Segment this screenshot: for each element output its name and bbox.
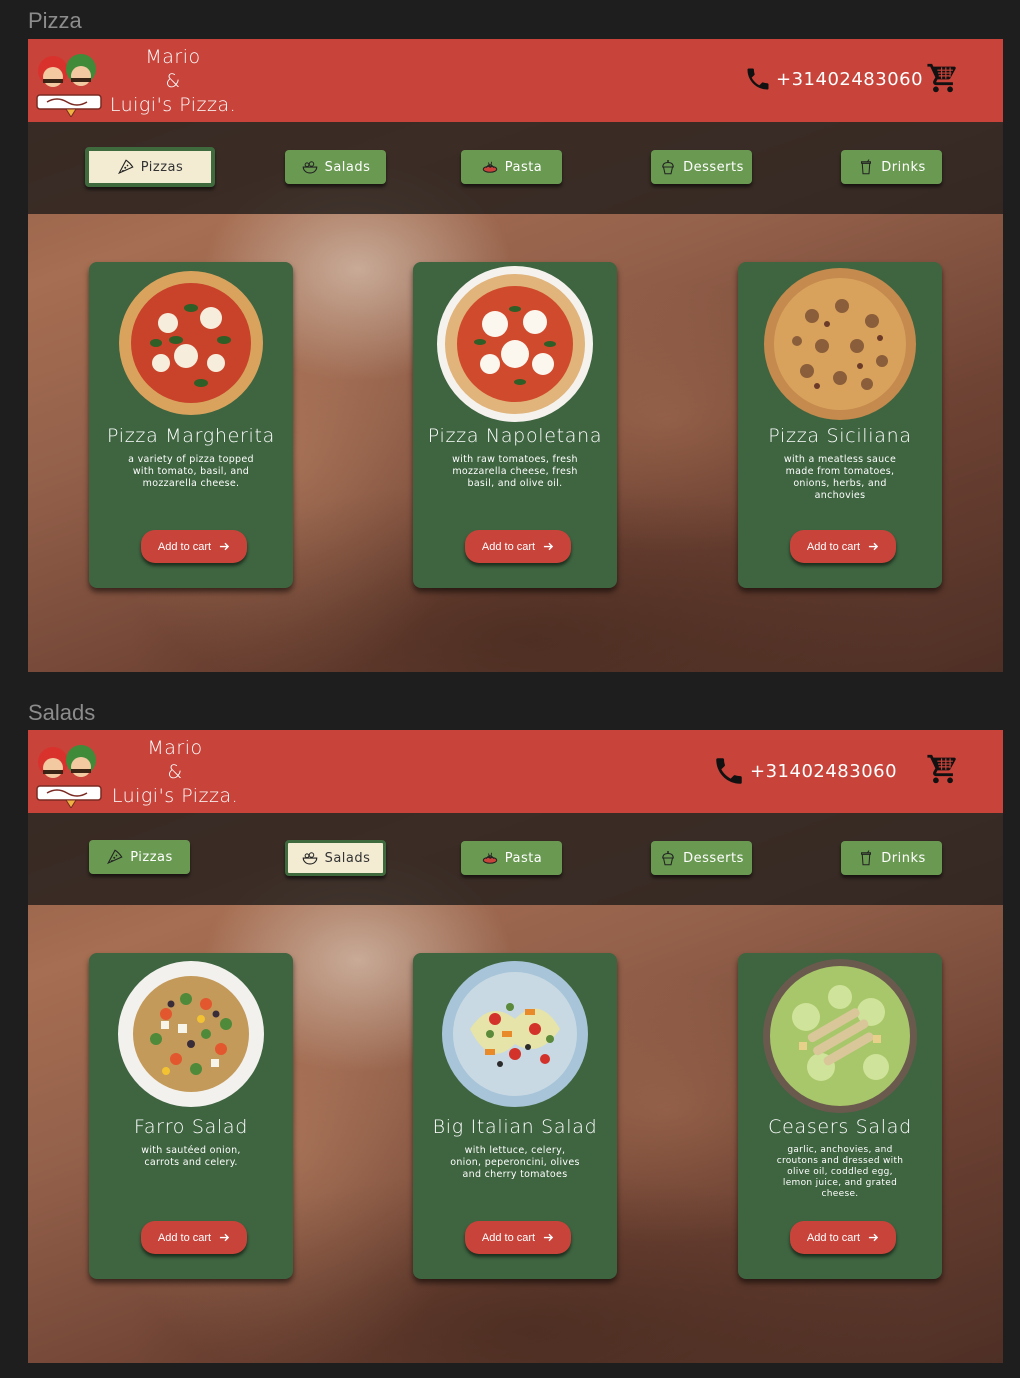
arrow-right-icon	[220, 1233, 230, 1242]
button-label: Add to cart	[481, 540, 536, 553]
product-description: with lettuce, celery, onion, peperoncini…	[450, 1145, 580, 1180]
brand-line: &	[167, 761, 183, 783]
phone-contact[interactable]: +31402483060	[744, 65, 923, 93]
arrow-right-icon	[220, 542, 230, 551]
pizza-napoletana-image	[437, 266, 593, 422]
product-card: Pizza Siciliana with a meatless sauce ma…	[738, 262, 942, 588]
brand-name: Mario & Luigi's Pizza.	[110, 736, 240, 808]
add-to-cart-button[interactable]: Add to cart	[465, 1221, 571, 1254]
brand-line: Luigi's Pizza.	[109, 94, 237, 116]
site-header: Mario & Luigi's Pizza. +31402483060	[28, 39, 1003, 122]
phone-icon	[716, 758, 742, 784]
button-label: Add to cart	[481, 1231, 536, 1244]
cupcake-icon	[662, 851, 674, 866]
nav-tab-pasta[interactable]: Pasta	[461, 841, 562, 875]
brand-name: Mario & Luigi's Pizza.	[108, 45, 238, 117]
ceasers-salad-image	[763, 959, 917, 1113]
nav-tab-drinks[interactable]: Drinks	[841, 841, 942, 875]
product-card: Farro Salad with sautéed onion, carrots …	[89, 953, 293, 1279]
pizza-slice-icon	[117, 159, 134, 175]
frame-label-salads: Salads	[28, 700, 96, 725]
pasta-plate-icon	[482, 852, 497, 864]
mario-luigi-logo	[36, 745, 102, 808]
pizza-page-frame: Mario & Luigi's Pizza. +31402483060 Pizz…	[28, 39, 1003, 672]
product-card: Pizza Napoletana with raw tomatoes, fres…	[413, 262, 617, 588]
product-title: Big Italian Salad	[432, 1116, 598, 1138]
product-title: Ceasers Salad	[768, 1116, 912, 1138]
nav-label: Desserts	[683, 850, 744, 866]
salad-bowl-icon	[302, 852, 317, 865]
brand-line: Mario	[145, 46, 201, 68]
product-card: Ceasers Salad garlic, anchovies, and cro…	[738, 953, 942, 1279]
brand-line: &	[165, 70, 181, 92]
nav-tab-salads[interactable]: Salads	[285, 840, 386, 876]
add-to-cart-button[interactable]: Add to cart	[141, 530, 247, 563]
arrow-right-icon	[544, 1233, 554, 1242]
shopping-cart-icon[interactable]	[926, 752, 960, 786]
phone-contact[interactable]: +31402483060	[712, 754, 897, 788]
product-title: Pizza Siciliana	[768, 425, 912, 447]
add-to-cart-button[interactable]: Add to cart	[790, 1221, 896, 1254]
drink-cup-icon	[861, 159, 872, 175]
arrow-right-icon	[869, 1233, 879, 1242]
farro-salad-image	[118, 961, 264, 1107]
nav-tab-pizzas[interactable]: Pizzas	[89, 840, 190, 874]
nav-label: Pasta	[504, 159, 543, 175]
product-description: with a meatless sauce made from tomatoes…	[783, 454, 897, 501]
big-italian-salad-image	[442, 961, 588, 1107]
nav-label: Pizzas	[130, 849, 173, 865]
product-card: Big Italian Salad with lettuce, celery, …	[413, 953, 617, 1279]
site-header: Mario & Luigi's Pizza. +31402483060	[28, 730, 1003, 813]
nav-label: Desserts	[683, 159, 744, 175]
pasta-plate-icon	[482, 161, 497, 173]
category-nav: Pizzas Salads Pasta Desserts Drinks	[28, 813, 1003, 905]
pizza-siciliana-image	[764, 268, 916, 420]
product-card: Pizza Margherita a variety of pizza topp…	[89, 262, 293, 588]
brand-line: Mario	[147, 737, 203, 759]
nav-tab-pizzas[interactable]: Pizzas	[85, 147, 215, 187]
arrow-right-icon	[869, 542, 879, 551]
add-to-cart-button[interactable]: Add to cart	[141, 1221, 247, 1254]
pizza-slice-icon	[107, 849, 123, 865]
product-title: Farro Salad	[133, 1116, 249, 1138]
nav-label: Drinks	[881, 159, 926, 175]
nav-tab-pasta[interactable]: Pasta	[461, 150, 562, 184]
phone-number: +31402483060	[750, 760, 898, 782]
phone-number: +31402483060	[776, 68, 924, 90]
button-label: Add to cart	[806, 1231, 861, 1244]
frame-label-pizza: Pizza	[28, 8, 82, 33]
arrow-right-icon	[544, 542, 554, 551]
button-label: Add to cart	[806, 540, 861, 553]
cupcake-icon	[662, 160, 674, 175]
product-description: garlic, anchovies, and croutons and dres…	[776, 1145, 904, 1199]
product-description: with sautéed onion, carrots and celery.	[141, 1145, 241, 1168]
pizza-margherita-image	[119, 271, 263, 415]
nav-tab-drinks[interactable]: Drinks	[841, 150, 942, 184]
phone-icon	[747, 68, 769, 90]
nav-label: Pasta	[504, 850, 543, 866]
product-title: Pizza Margherita	[107, 425, 275, 447]
nav-label: Drinks	[881, 850, 926, 866]
product-description: a variety of pizza topped with tomato, b…	[128, 454, 254, 489]
nav-tab-desserts[interactable]: Desserts	[651, 841, 752, 875]
nav-tab-salads[interactable]: Salads	[285, 150, 386, 184]
brand-line: Luigi's Pizza.	[111, 785, 239, 807]
add-to-cart-button[interactable]: Add to cart	[790, 530, 896, 563]
shopping-cart-icon[interactable]	[926, 61, 960, 95]
button-label: Add to cart	[157, 540, 212, 553]
product-description: with raw tomatoes, fresh mozzarella chee…	[452, 454, 578, 489]
nav-label: Salads	[324, 159, 371, 175]
product-title: Pizza Napoletana	[427, 425, 603, 447]
drink-cup-icon	[861, 850, 872, 866]
nav-label: Salads	[324, 850, 371, 866]
button-label: Add to cart	[157, 1231, 212, 1244]
salad-bowl-icon	[302, 161, 317, 174]
mario-luigi-logo	[36, 54, 102, 117]
category-nav: Pizzas Salads Pasta Desserts Drinks	[28, 122, 1003, 214]
nav-label: Pizzas	[140, 159, 184, 175]
salads-page-frame: Mario & Luigi's Pizza. +31402483060 Pizz…	[28, 730, 1003, 1363]
nav-tab-desserts[interactable]: Desserts	[651, 150, 752, 184]
add-to-cart-button[interactable]: Add to cart	[465, 530, 571, 563]
